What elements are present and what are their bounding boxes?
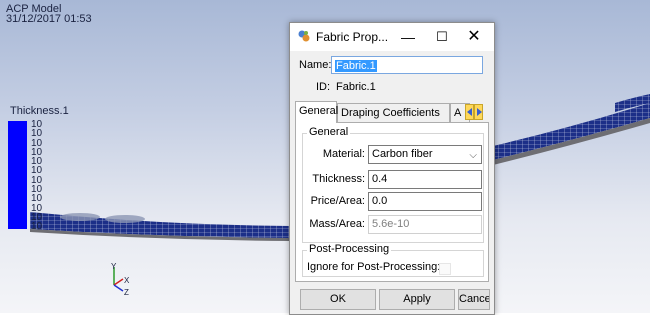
- mesh-hole-1: [60, 213, 100, 221]
- maximize-button[interactable]: ☐: [426, 23, 458, 51]
- price-area-label: Price/Area:: [310, 195, 365, 207]
- post-processing-group-title: Post-Processing: [307, 243, 392, 255]
- tab-bar: General Draping Coefficients A: [295, 101, 489, 123]
- ok-button[interactable]: OK: [300, 289, 376, 310]
- thickness-label: Thickness:: [312, 173, 365, 185]
- axis-z-label: Z: [124, 288, 129, 297]
- tab-draping-coefficients[interactable]: Draping Coefficients: [337, 103, 450, 123]
- legend-color-bar: [8, 121, 27, 229]
- tab-general[interactable]: General: [295, 101, 338, 123]
- axis-y-label: Y: [111, 262, 117, 271]
- axis-x-label: X: [124, 276, 130, 285]
- mesh-hole-2: [105, 215, 145, 223]
- legend-title: Thickness.1: [10, 105, 69, 117]
- legend-values: 10 10 10 10 10 10 10 10 10 10 10 10: [31, 119, 43, 233]
- cancel-button[interactable]: Cancel: [458, 289, 490, 310]
- mass-area-label: Mass/Area:: [309, 218, 365, 230]
- fabric-app-icon: [298, 30, 310, 42]
- chevron-right-icon: [477, 108, 482, 116]
- id-value: Fabric.1: [336, 81, 376, 93]
- material-select[interactable]: Carbon fiber ⌵: [368, 145, 482, 164]
- general-group-title: General: [307, 126, 351, 138]
- general-group: General Material: Carbon fiber ⌵ Thickne…: [302, 126, 484, 243]
- chevron-left-icon: [467, 108, 472, 116]
- name-label: Name:: [299, 59, 332, 71]
- thickness-input[interactable]: 0.4: [368, 170, 482, 189]
- fabric-properties-dialog: Fabric Prop... — ☐ ✕ Name: Fabric.1 ID: …: [289, 22, 495, 315]
- chevron-down-icon: ⌵: [469, 150, 477, 161]
- post-processing-group: Post-Processing Ignore for Post-Processi…: [302, 243, 484, 277]
- name-input[interactable]: Fabric.1: [331, 56, 483, 74]
- tab-scroll-right-button[interactable]: [474, 104, 483, 120]
- mass-area-input: 5.6e-10: [368, 215, 482, 234]
- tab-scroll-left-button[interactable]: [465, 104, 474, 120]
- apply-button[interactable]: Apply: [379, 289, 455, 310]
- general-tab-panel: General Material: Carbon fiber ⌵ Thickne…: [295, 122, 489, 282]
- close-button[interactable]: ✕: [458, 23, 490, 51]
- material-value: Carbon fiber: [372, 148, 433, 160]
- id-label: ID:: [316, 81, 331, 93]
- ignore-post-processing-label: Ignore for Post-Processing:: [307, 261, 441, 273]
- axis-triad-icon: Y X Z: [111, 262, 130, 297]
- dialog-titlebar[interactable]: Fabric Prop... — ☐ ✕: [290, 23, 494, 51]
- minimize-button[interactable]: —: [392, 23, 424, 51]
- legend-value: 10: [31, 221, 43, 233]
- name-value: Fabric.1: [335, 60, 377, 72]
- dialog-title: Fabric Prop...: [316, 30, 389, 44]
- price-area-input[interactable]: 0.0: [368, 192, 482, 211]
- mesh-right: [493, 103, 650, 160]
- material-label: Material:: [322, 148, 365, 160]
- ignore-post-processing-checkbox[interactable]: [439, 263, 451, 275]
